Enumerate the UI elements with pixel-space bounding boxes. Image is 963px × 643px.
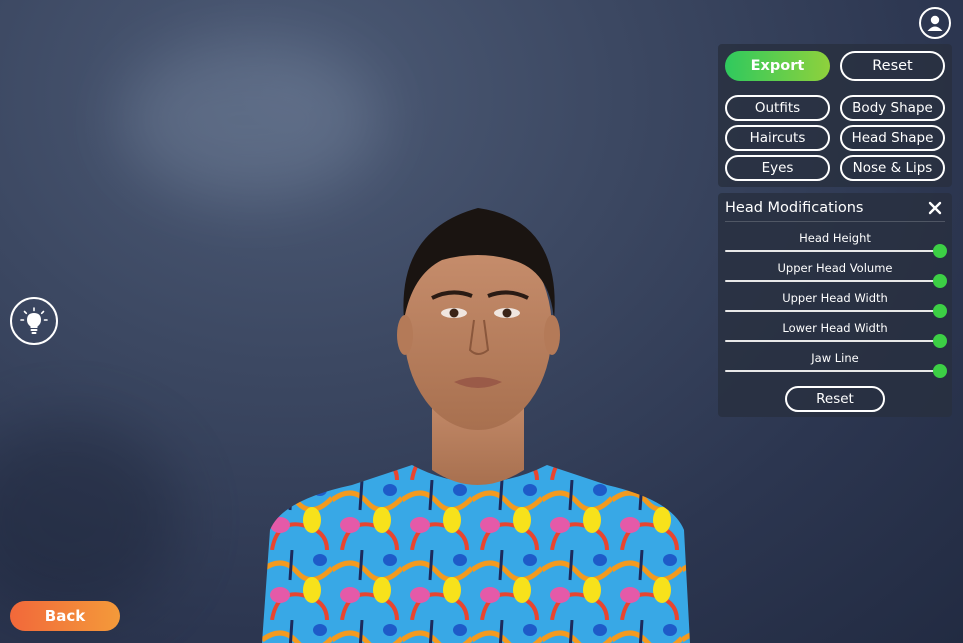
slider-lower-head-width[interactable]: Lower Head Width xyxy=(725,321,947,349)
user-icon xyxy=(927,15,943,31)
head-reset-button[interactable]: Reset xyxy=(785,386,885,412)
slider-thumb[interactable] xyxy=(933,364,947,378)
slider-track[interactable] xyxy=(725,250,937,252)
export-button[interactable]: Export xyxy=(725,51,830,81)
category-body-shape-button[interactable]: Body Shape xyxy=(840,95,945,121)
slider-thumb[interactable] xyxy=(933,274,947,288)
slider-thumb[interactable] xyxy=(933,304,947,318)
category-eyes-button[interactable]: Eyes xyxy=(725,155,830,181)
user-profile-button[interactable] xyxy=(919,7,951,39)
hint-button[interactable] xyxy=(10,297,58,345)
slider-jaw-line[interactable]: Jaw Line xyxy=(725,351,947,379)
slider-head-height[interactable]: Head Height xyxy=(725,231,947,259)
category-haircuts-button[interactable]: Haircuts xyxy=(725,125,830,151)
slider-label: Jaw Line xyxy=(811,351,859,365)
lightbulb-icon xyxy=(20,307,48,334)
category-nose-lips-button[interactable]: Nose & Lips xyxy=(840,155,945,181)
slider-upper-head-volume[interactable]: Upper Head Volume xyxy=(725,261,947,289)
slider-track[interactable] xyxy=(725,280,937,282)
category-head-shape-button[interactable]: Head Shape xyxy=(840,125,945,151)
head-modifications-panel: Head Modifications Head Height Upper Head… xyxy=(718,193,952,417)
slider-thumb[interactable] xyxy=(933,334,947,348)
category-outfits-button[interactable]: Outfits xyxy=(725,95,830,121)
slider-label: Lower Head Width xyxy=(782,321,888,335)
avatar-model[interactable] xyxy=(262,200,692,643)
divider xyxy=(725,221,945,222)
slider-label: Upper Head Volume xyxy=(777,261,893,275)
slider-track[interactable] xyxy=(725,310,937,312)
close-panel-button[interactable] xyxy=(925,198,945,218)
slider-label: Head Height xyxy=(799,231,871,245)
slider-thumb[interactable] xyxy=(933,244,947,258)
panel-title: Head Modifications xyxy=(725,200,864,216)
close-icon xyxy=(928,201,942,215)
background-shadow xyxy=(0,420,180,620)
customization-panel: Export Reset Outfits Body Shape Haircuts… xyxy=(718,44,952,187)
background-haze xyxy=(120,40,380,200)
reset-all-button[interactable]: Reset xyxy=(840,51,945,81)
slider-label: Upper Head Width xyxy=(782,291,888,305)
slider-track[interactable] xyxy=(725,370,937,372)
slider-track[interactable] xyxy=(725,340,937,342)
slider-upper-head-width[interactable]: Upper Head Width xyxy=(725,291,947,319)
back-button[interactable]: Back xyxy=(10,601,120,631)
